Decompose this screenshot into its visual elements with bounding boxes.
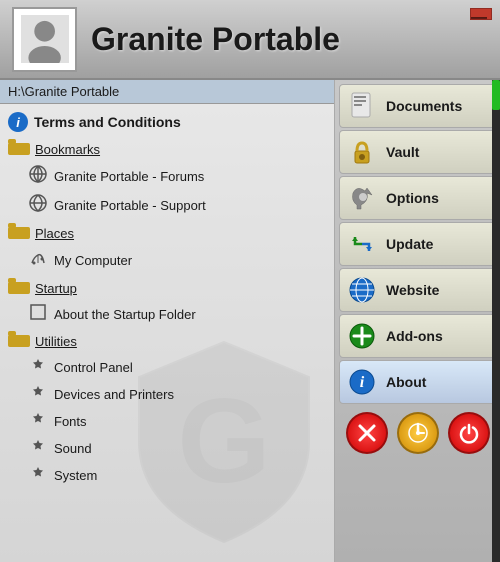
update-label: Update (386, 236, 433, 252)
vault-label: Vault (386, 144, 419, 160)
info-icon: i (8, 112, 28, 132)
fonts-icon (28, 411, 48, 432)
left-panel: G H:\Granite Portable i Terms and Condit… (0, 80, 335, 562)
startup-folder-icon (28, 304, 48, 325)
mycomputer-icon (28, 249, 48, 272)
vault-icon (346, 136, 378, 168)
app-header: Granite Portable — (0, 0, 500, 80)
nav-section-places-label: Places (35, 226, 74, 241)
nav-item-controlpanel[interactable]: Control Panel (0, 354, 334, 381)
nav-section-utilities-label: Utilities (35, 334, 77, 349)
svg-text:i: i (360, 374, 365, 391)
nav-item-startup-folder-label: About the Startup Folder (54, 307, 196, 322)
nav-item-devices-label: Devices and Printers (54, 387, 174, 402)
right-panel: Documents Vault Options (335, 80, 500, 562)
devices-icon (28, 384, 48, 405)
options-label: Options (386, 190, 439, 206)
about-icon: i (346, 366, 378, 398)
nav-item-system-label: System (54, 468, 97, 483)
forums-icon (28, 165, 48, 188)
path-bar: H:\Granite Portable (0, 80, 334, 104)
website-button[interactable]: Website (339, 268, 496, 312)
nav-section-bookmarks[interactable]: Bookmarks (0, 136, 334, 162)
nav-item-support[interactable]: Granite Portable - Support (0, 191, 334, 220)
app-title: Granite Portable (91, 21, 340, 58)
nav-section-startup[interactable]: Startup (0, 275, 334, 301)
power-button[interactable] (448, 412, 490, 454)
scrollbar-thumb[interactable] (492, 80, 500, 110)
folder-startup-icon (8, 278, 30, 298)
main-area: G H:\Granite Portable i Terms and Condit… (0, 80, 500, 562)
addons-icon (346, 320, 378, 352)
options-button[interactable]: Options (339, 176, 496, 220)
folder-places-icon (8, 223, 30, 243)
update-icon (346, 228, 378, 260)
nav-item-fonts-label: Fonts (54, 414, 87, 429)
documents-icon (346, 90, 378, 122)
folder-bookmarks-icon (8, 139, 30, 159)
controlpanel-icon (28, 357, 48, 378)
nav-item-terms-label: Terms and Conditions (34, 114, 181, 130)
nav-item-controlpanel-label: Control Panel (54, 360, 133, 375)
nav-section-utilities[interactable]: Utilities (0, 328, 334, 354)
nav-section-places[interactable]: Places (0, 220, 334, 246)
nav-item-terms[interactable]: i Terms and Conditions (0, 108, 334, 136)
nav-section-startup-label: Startup (35, 281, 77, 296)
nav-item-startup-folder[interactable]: About the Startup Folder (0, 301, 334, 328)
nav-item-support-label: Granite Portable - Support (54, 198, 206, 213)
scrollbar-track (492, 80, 500, 562)
sleep-button[interactable] (397, 412, 439, 454)
nav-item-mycomputer[interactable]: My Computer (0, 246, 334, 275)
about-button[interactable]: i About (339, 360, 496, 404)
exit-button[interactable] (346, 412, 388, 454)
nav-item-sound-label: Sound (54, 441, 92, 456)
folder-utilities-icon (8, 331, 30, 351)
minimize-button[interactable]: — (470, 8, 492, 20)
sound-icon (28, 438, 48, 459)
about-label: About (386, 374, 426, 390)
nav-item-devices[interactable]: Devices and Printers (0, 381, 334, 408)
addons-label: Add-ons (386, 328, 443, 344)
vault-button[interactable]: Vault (339, 130, 496, 174)
nav-item-forums-label: Granite Portable - Forums (54, 169, 204, 184)
avatar (12, 7, 77, 72)
nav-item-mycomputer-label: My Computer (54, 253, 132, 268)
nav-item-forums[interactable]: Granite Portable - Forums (0, 162, 334, 191)
user-avatar-icon (21, 15, 69, 63)
nav-item-sound[interactable]: Sound (0, 435, 334, 462)
documents-label: Documents (386, 98, 462, 114)
update-button[interactable]: Update (339, 222, 496, 266)
nav-item-system[interactable]: System (0, 462, 334, 489)
website-label: Website (386, 282, 439, 298)
nav-list: i Terms and Conditions Bookmarks (0, 104, 334, 493)
support-icon (28, 194, 48, 217)
options-icon (346, 182, 378, 214)
system-icon (28, 465, 48, 486)
addons-button[interactable]: Add-ons (339, 314, 496, 358)
bottom-action-buttons (339, 408, 496, 458)
website-icon (346, 274, 378, 306)
nav-section-bookmarks-label: Bookmarks (35, 142, 100, 157)
documents-button[interactable]: Documents (339, 84, 496, 128)
nav-item-fonts[interactable]: Fonts (0, 408, 334, 435)
